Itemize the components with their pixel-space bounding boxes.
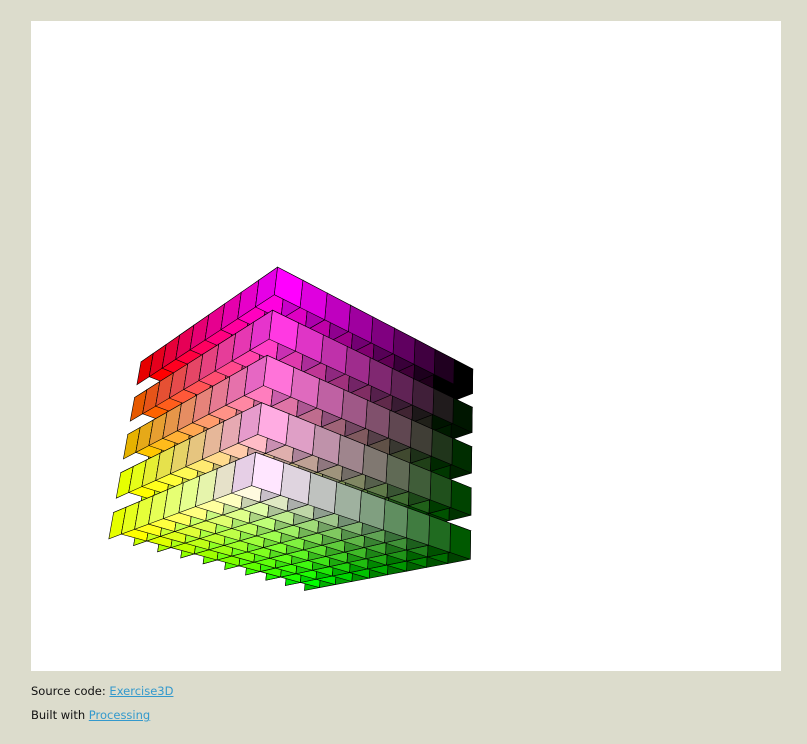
processing-link[interactable]: Processing [89,708,150,722]
color-cube-render [108,266,474,591]
source-code-label: Source code: [31,684,110,698]
built-with-line: Built with Processing [31,708,150,722]
built-with-label: Built with [31,708,89,722]
source-code-line: Source code: Exercise3D [31,684,173,698]
source-code-link[interactable]: Exercise3D [109,684,173,698]
sketch-canvas[interactable] [31,21,781,671]
